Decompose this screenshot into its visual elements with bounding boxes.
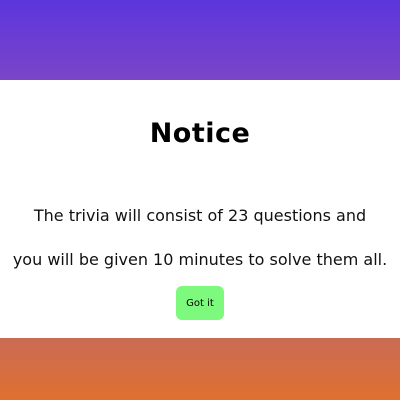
notice-message-line-2: you will be given 10 minutes to solve th… [12, 250, 388, 269]
got-it-button[interactable]: Got it [176, 286, 224, 320]
top-gradient-band [0, 0, 400, 80]
notice-message-line-1: The trivia will consist of 23 questions … [33, 206, 367, 225]
notice-title: Notice [149, 118, 251, 149]
notice-message: The trivia will consist of 23 questions … [0, 194, 400, 282]
notice-dialog: Notice The trivia will consist of 23 que… [0, 80, 400, 338]
bottom-gradient-band [0, 338, 400, 400]
